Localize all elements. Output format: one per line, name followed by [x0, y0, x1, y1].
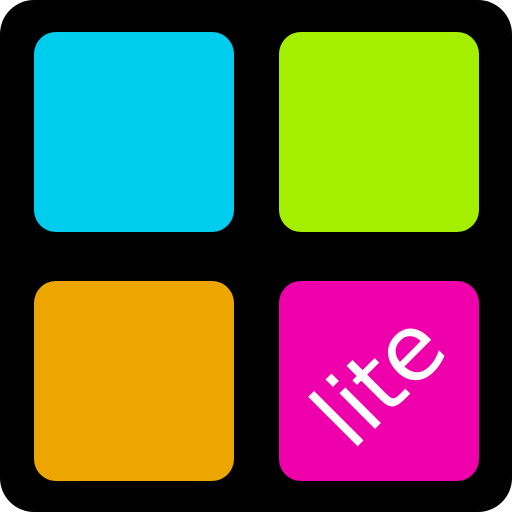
- tile-bottom-right-magenta: lite: [279, 281, 479, 481]
- app-icon[interactable]: lite: [0, 0, 512, 512]
- tile-top-right-green: [279, 32, 479, 232]
- tile-bottom-left-orange: [34, 281, 234, 481]
- lite-badge-label: lite: [291, 293, 466, 468]
- tile-top-left-cyan: [34, 32, 234, 232]
